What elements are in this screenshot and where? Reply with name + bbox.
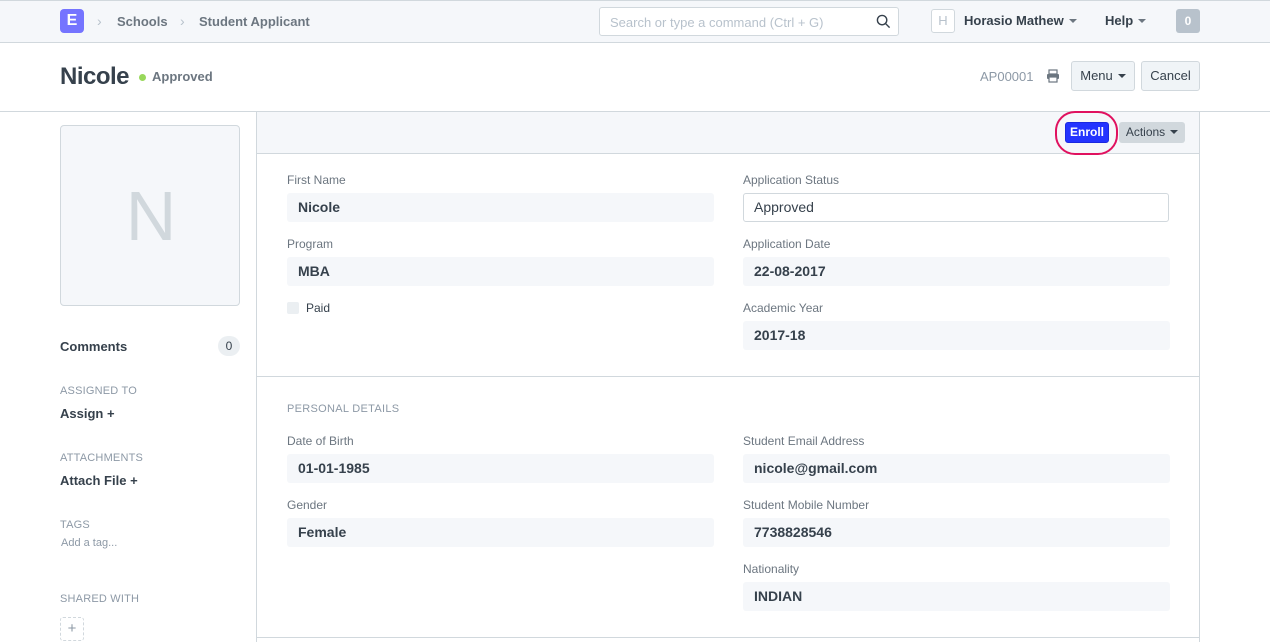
applicant-image-placeholder[interactable]: N bbox=[60, 125, 240, 306]
academic-year-label: Academic Year bbox=[743, 301, 824, 315]
chevron-right-icon: › bbox=[97, 13, 102, 29]
breadcrumb-student-applicant[interactable]: Student Applicant bbox=[199, 14, 310, 29]
actions-label: Actions bbox=[1125, 125, 1166, 139]
email-field: nicole@gmail.com bbox=[743, 454, 1170, 483]
chevron-right-icon: › bbox=[180, 13, 185, 29]
help-label: Help bbox=[1105, 13, 1134, 28]
paid-checkbox[interactable] bbox=[287, 302, 299, 314]
mobile-label: Student Mobile Number bbox=[743, 498, 870, 512]
enroll-button[interactable]: Enroll bbox=[1065, 122, 1109, 143]
application-date-label: Application Date bbox=[743, 237, 831, 251]
application-date-field: 22-08-2017 bbox=[743, 257, 1170, 286]
attachments-heading: ATTACHMENTS bbox=[60, 452, 144, 464]
first-name-label: First Name bbox=[287, 173, 346, 187]
dob-label: Date of Birth bbox=[287, 434, 354, 448]
dob-field: 01-01-1985 bbox=[287, 454, 714, 483]
caret-down-icon bbox=[1117, 73, 1126, 78]
nationality-label: Nationality bbox=[743, 562, 800, 576]
attach-file-link[interactable]: Attach File + bbox=[60, 473, 138, 488]
paid-label: Paid bbox=[306, 301, 331, 315]
image-initial: N bbox=[125, 177, 177, 255]
application-status-select[interactable]: Approved bbox=[743, 193, 1169, 222]
program-field: MBA bbox=[287, 257, 714, 286]
academic-year-field: 2017-18 bbox=[743, 321, 1170, 350]
email-label: Student Email Address bbox=[743, 434, 865, 448]
personal-details-heading: PERSONAL DETAILS bbox=[287, 403, 400, 415]
assign-link[interactable]: Assign + bbox=[60, 406, 115, 421]
form-panel: Enroll Actions First Name Nicole Program… bbox=[256, 111, 1200, 642]
caret-down-icon bbox=[1068, 18, 1077, 23]
assigned-to-heading: ASSIGNED TO bbox=[60, 385, 137, 397]
menu-label: Menu bbox=[1080, 68, 1113, 83]
cancel-button[interactable]: Cancel bbox=[1141, 61, 1200, 91]
nationality-field: INDIAN bbox=[743, 582, 1170, 611]
comments-count-badge: 0 bbox=[218, 336, 240, 356]
page-head: Nicole Approved AP00001 Menu Cancel bbox=[0, 43, 1270, 112]
caret-down-icon bbox=[1170, 129, 1179, 134]
section-divider bbox=[257, 376, 1199, 377]
gender-field: Female bbox=[287, 518, 714, 547]
form-sidebar: N Comments 0 ASSIGNED TO Assign + ATTACH… bbox=[60, 112, 240, 642]
tags-heading: TAGS bbox=[60, 519, 90, 531]
mobile-field: 7738828546 bbox=[743, 518, 1170, 547]
search-icon bbox=[876, 14, 891, 29]
caret-down-icon bbox=[1138, 18, 1147, 23]
share-add-button[interactable]: + bbox=[60, 617, 84, 641]
search-input[interactable]: Search or type a command (Ctrl + G) bbox=[599, 7, 899, 36]
actions-dropdown[interactable]: Actions bbox=[1119, 122, 1185, 143]
status-badge: Approved bbox=[152, 69, 213, 84]
breadcrumb-schools[interactable]: Schools bbox=[117, 14, 168, 29]
document-id: AP00001 bbox=[980, 69, 1034, 84]
print-icon[interactable] bbox=[1046, 69, 1060, 83]
page-title: Nicole bbox=[60, 63, 130, 90]
program-label: Program bbox=[287, 237, 334, 251]
application-status-label: Application Status bbox=[743, 173, 840, 187]
user-name: Horasio Mathew bbox=[964, 13, 1064, 28]
user-menu[interactable]: Horasio Mathew bbox=[964, 13, 1077, 28]
user-avatar[interactable]: H bbox=[931, 9, 955, 33]
form-toolbar: Enroll Actions bbox=[257, 111, 1199, 155]
menu-button[interactable]: Menu bbox=[1071, 61, 1135, 91]
status-indicator-dot bbox=[139, 74, 146, 81]
search-placeholder: Search or type a command (Ctrl + G) bbox=[610, 15, 824, 30]
app-logo[interactable]: E bbox=[60, 9, 84, 33]
navbar: E › Schools › Student Applicant Search o… bbox=[0, 0, 1270, 43]
gender-label: Gender bbox=[287, 498, 328, 512]
notification-badge[interactable]: 0 bbox=[1176, 9, 1200, 33]
shared-with-heading: SHARED WITH bbox=[60, 593, 140, 605]
section-divider bbox=[257, 637, 1199, 638]
comments-label: Comments bbox=[60, 339, 128, 354]
add-tag-input[interactable]: Add a tag... bbox=[61, 537, 117, 549]
help-menu[interactable]: Help bbox=[1105, 13, 1147, 28]
first-name-field: Nicole bbox=[287, 193, 714, 222]
